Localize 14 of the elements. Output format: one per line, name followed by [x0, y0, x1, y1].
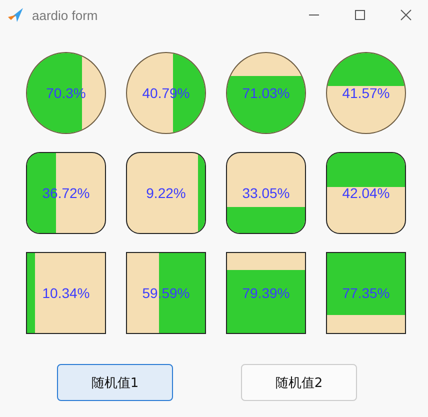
- percent-label: 42.04%: [342, 185, 390, 201]
- percent-label: 71.03%: [242, 85, 290, 101]
- close-icon[interactable]: [400, 9, 412, 21]
- app-logo-icon: [7, 6, 25, 24]
- random-value-button[interactable]: 随机值2: [241, 364, 357, 401]
- maximize-icon[interactable]: [354, 9, 366, 21]
- window-title: aardio form: [32, 8, 98, 22]
- percent-label: 41.57%: [342, 85, 390, 101]
- percent-label: 79.39%: [242, 285, 290, 301]
- random-value-button[interactable]: 随机值1: [57, 364, 173, 401]
- percent-label: 33.05%: [242, 185, 290, 201]
- percent-label: 9.22%: [146, 185, 186, 201]
- percent-label: 10.34%: [42, 285, 90, 301]
- percent-label: 77.35%: [342, 285, 390, 301]
